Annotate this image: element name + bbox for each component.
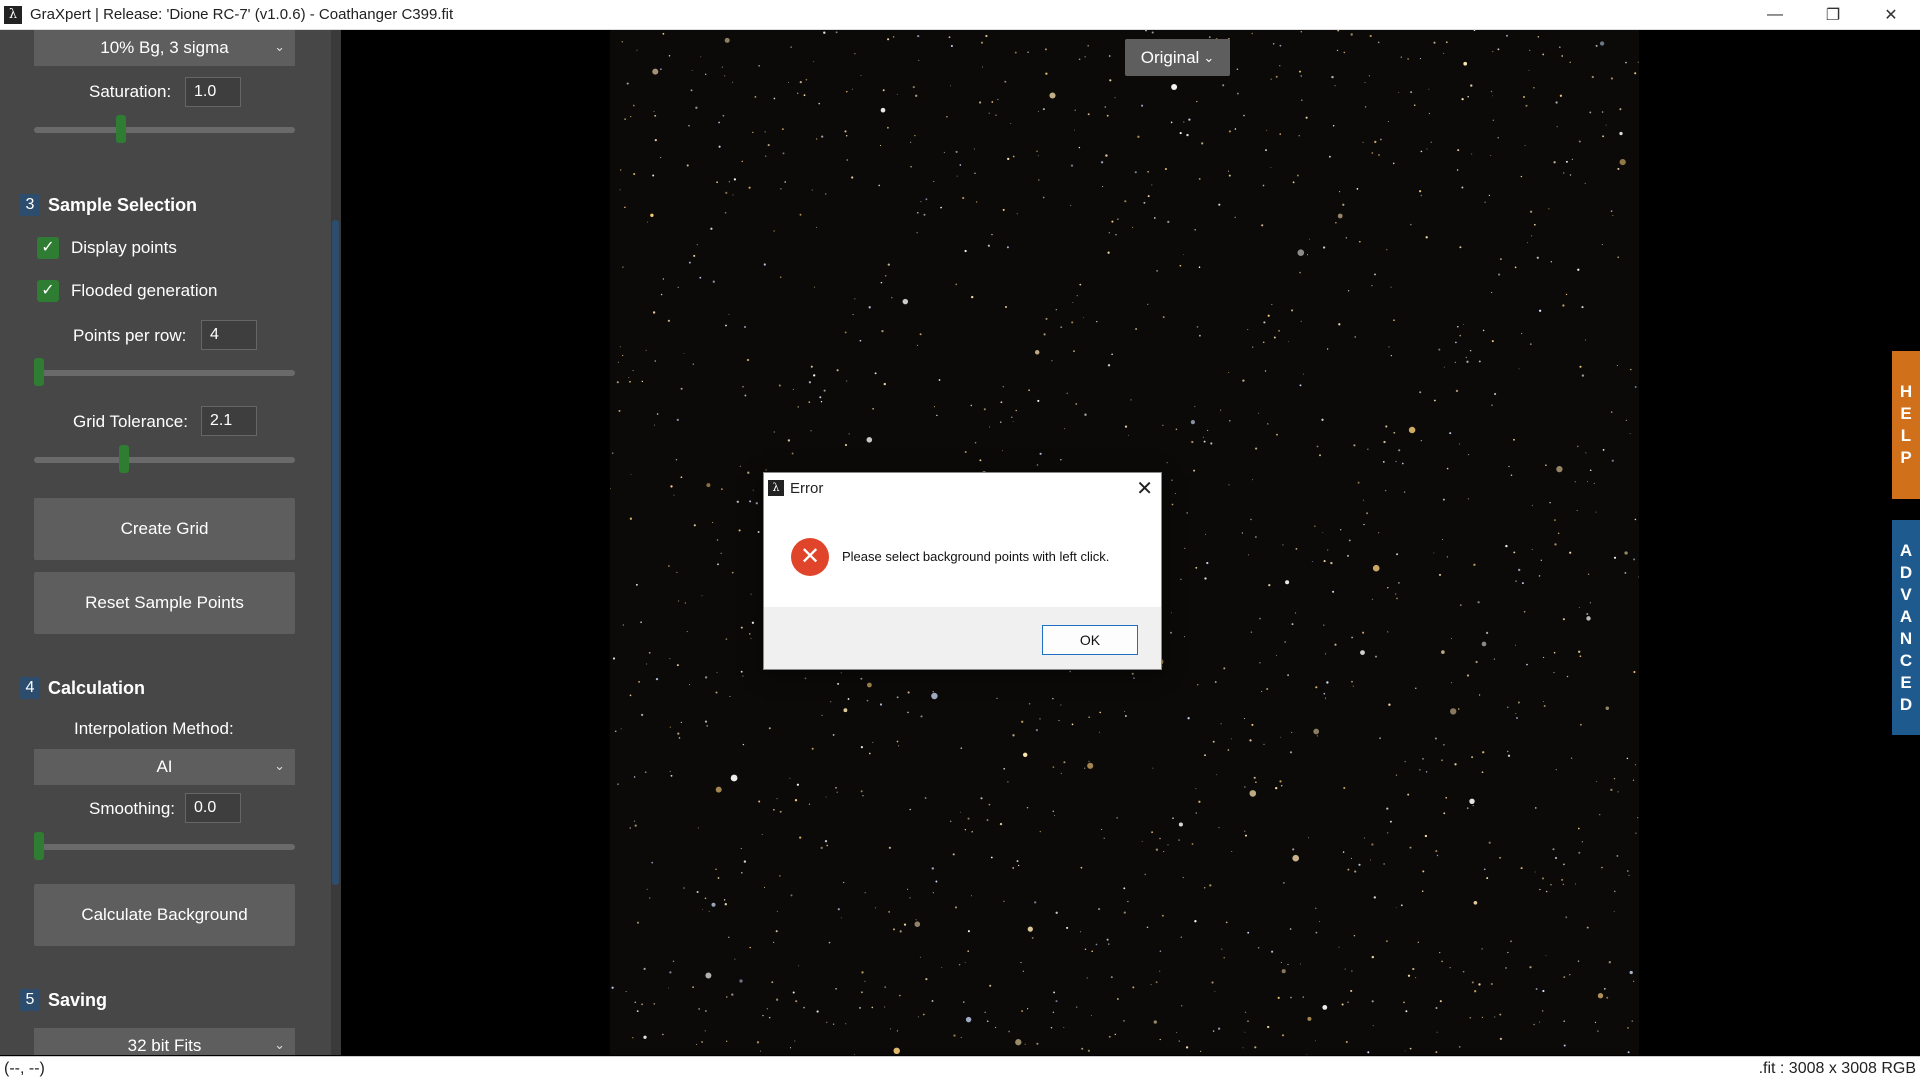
section-title: Sample Selection bbox=[48, 194, 198, 215]
calculate-background-button[interactable]: Calculate Background bbox=[34, 884, 295, 946]
smoothing-slider[interactable] bbox=[34, 832, 295, 860]
error-message: Please select background points with lef… bbox=[842, 549, 1110, 564]
help-tab-letter: P bbox=[1900, 448, 1912, 467]
dialog-title-bar: λ Error ✕ bbox=[764, 473, 1161, 503]
section-number: 3 bbox=[20, 194, 40, 216]
display-points-checkbox[interactable]: ✓ Display points bbox=[37, 237, 177, 259]
create-grid-button[interactable]: Create Grid bbox=[34, 498, 295, 560]
ok-button[interactable]: OK bbox=[1042, 625, 1138, 655]
grid-tolerance-input[interactable]: 2.1 bbox=[201, 406, 257, 436]
interpolation-method-label: Interpolation Method: bbox=[74, 719, 234, 738]
grid-tolerance-slider[interactable] bbox=[34, 445, 295, 473]
app-icon: λ bbox=[768, 480, 784, 496]
help-tab-letter: L bbox=[1900, 426, 1912, 445]
grid-tolerance-label: Grid Tolerance: bbox=[73, 412, 188, 431]
smoothing-slider-handle[interactable] bbox=[34, 832, 44, 860]
interpolation-method-select[interactable]: AI ⌄ bbox=[34, 749, 295, 785]
check-icon: ✓ bbox=[37, 237, 59, 259]
section-sample-selection: 3 Sample Selection bbox=[20, 194, 197, 216]
points-per-row-slider[interactable] bbox=[34, 358, 295, 386]
section-number: 5 bbox=[20, 989, 40, 1011]
advanced-tab-letter: V bbox=[1900, 584, 1912, 604]
smoothing-label: Smoothing: bbox=[89, 799, 175, 818]
view-mode-select[interactable]: Original ⌄ bbox=[1125, 39, 1230, 76]
grid-tolerance-slider-handle[interactable] bbox=[119, 445, 129, 473]
advanced-tab-letter: D bbox=[1899, 694, 1913, 714]
saturation-label: Saturation: bbox=[89, 82, 172, 101]
maximize-button[interactable]: ❐ bbox=[1804, 0, 1862, 29]
help-tab-letter: H bbox=[1899, 382, 1913, 401]
app-icon: λ bbox=[4, 5, 22, 24]
flooded-generation-checkbox[interactable]: ✓ Flooded generation bbox=[37, 280, 218, 302]
advanced-tab-letter: A bbox=[1899, 540, 1913, 560]
points-per-row-slider-handle[interactable] bbox=[34, 358, 44, 386]
advanced-tab-letter: D bbox=[1899, 562, 1913, 582]
window-controls: — ❐ ✕ bbox=[1746, 0, 1920, 29]
close-window-button[interactable]: ✕ bbox=[1862, 0, 1920, 29]
chevron-down-icon: ⌄ bbox=[1203, 49, 1215, 65]
advanced-tab-letter: A bbox=[1899, 606, 1913, 626]
section-title: Saving bbox=[48, 989, 108, 1010]
advanced-tab-letter: E bbox=[1900, 672, 1912, 692]
dialog-body: ✕ Please select background points with l… bbox=[764, 503, 1161, 607]
section-saving: 5 Saving bbox=[20, 989, 107, 1011]
advanced-tab-letter: N bbox=[1899, 628, 1913, 648]
saturation-input[interactable]: 1.0 bbox=[185, 77, 241, 107]
window-title: GraXpert | Release: 'Dione RC-7' (v1.0.6… bbox=[30, 6, 454, 23]
save-format-select[interactable]: 32 bit Fits ⌄ bbox=[34, 1028, 295, 1055]
chevron-down-icon: ⌄ bbox=[274, 758, 285, 773]
advanced-tab-letter: C bbox=[1899, 650, 1913, 670]
section-title: Calculation bbox=[48, 677, 146, 698]
status-bar: (--, --) .fit : 3008 x 3008 RGB bbox=[0, 1056, 1920, 1081]
advanced-tab[interactable]: ADVANCED bbox=[1892, 520, 1920, 735]
title-bar: λ GraXpert | Release: 'Dione RC-7' (v1.0… bbox=[0, 0, 1920, 30]
section-calculation: 4 Calculation bbox=[20, 677, 145, 699]
smoothing-input[interactable]: 0.0 bbox=[185, 793, 241, 823]
image-info: .fit : 3008 x 3008 RGB bbox=[1758, 1060, 1916, 1077]
minimize-button[interactable]: — bbox=[1746, 0, 1804, 29]
dialog-close-button[interactable]: ✕ bbox=[1136, 476, 1153, 501]
cursor-coordinates: (--, --) bbox=[4, 1060, 45, 1077]
section-number: 4 bbox=[20, 677, 40, 699]
interpolation-method-value: AI bbox=[156, 757, 173, 776]
stretch-select-value: 10% Bg, 3 sigma bbox=[100, 38, 229, 57]
left-panel: 10% Bg, 3 sigma ⌄ Saturation: 1.0 3 Samp… bbox=[0, 30, 333, 1055]
dialog-title: Error bbox=[790, 479, 824, 497]
save-format-value: 32 bit Fits bbox=[127, 1036, 202, 1055]
view-mode-value: Original bbox=[1140, 47, 1200, 67]
saturation-slider-handle[interactable] bbox=[116, 115, 126, 143]
stretch-select[interactable]: 10% Bg, 3 sigma ⌄ bbox=[34, 30, 295, 66]
error-icon: ✕ bbox=[791, 538, 829, 576]
help-tab-letter: E bbox=[1900, 404, 1912, 423]
saturation-slider[interactable] bbox=[34, 115, 295, 143]
chevron-down-icon: ⌄ bbox=[274, 1037, 285, 1052]
flooded-generation-label: Flooded generation bbox=[71, 281, 218, 300]
chevron-down-icon: ⌄ bbox=[274, 39, 285, 54]
check-icon: ✓ bbox=[37, 280, 59, 302]
reset-sample-points-button[interactable]: Reset Sample Points bbox=[34, 572, 295, 634]
help-tab[interactable]: HELP bbox=[1892, 351, 1920, 499]
error-dialog: λ Error ✕ ✕ Please select background poi… bbox=[763, 472, 1162, 670]
points-per-row-input[interactable]: 4 bbox=[201, 320, 257, 350]
sidebar-scrollbar-thumb[interactable] bbox=[332, 220, 339, 885]
points-per-row-label: Points per row: bbox=[73, 326, 187, 345]
display-points-label: Display points bbox=[71, 238, 177, 257]
